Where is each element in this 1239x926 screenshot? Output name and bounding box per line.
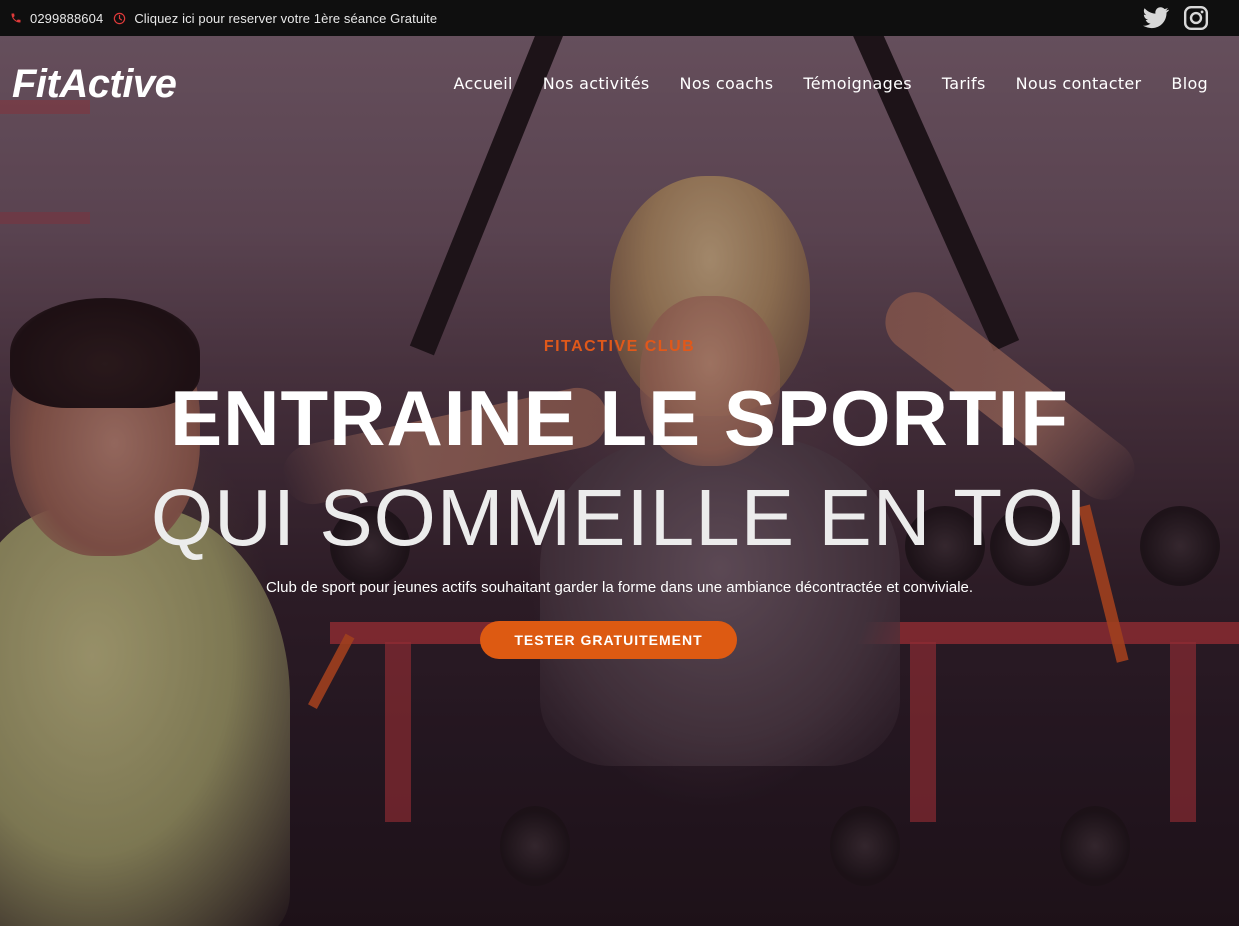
hero-kicker: FITACTIVE CLUB	[543, 338, 696, 355]
phone-number: 0299888604	[30, 10, 104, 26]
hero-content: FITACTIVE CLUB ENTRAINE LE SPORTIF QUI S…	[0, 0, 1239, 926]
nav-item-activites[interactable]: Nos activités	[543, 74, 650, 93]
nav-item-blog[interactable]: Blog	[1171, 74, 1208, 93]
top-bar: 0299888604 Cliquez ici pour reserver vot…	[0, 0, 1239, 36]
nav-item-contact[interactable]: Nous contacter	[1016, 74, 1142, 93]
hero-headline-secondary: QUI SOMMEILLE EN TOI	[150, 473, 1089, 562]
phone-contact[interactable]: 0299888604	[10, 11, 103, 26]
nav-item-coachs[interactable]: Nos coachs	[680, 74, 774, 93]
booking-promo-text: Cliquez ici pour reserver votre 1ère séa…	[134, 10, 438, 26]
clock-icon	[114, 12, 126, 24]
site-logo[interactable]: FitActive	[12, 62, 177, 107]
booking-promo-link[interactable]: Cliquez ici pour reserver votre 1ère séa…	[113, 11, 437, 26]
nav-item-temoignages[interactable]: Témoignages	[803, 74, 911, 93]
nav-item-accueil[interactable]: Accueil	[454, 74, 513, 93]
instagram-icon[interactable]	[1183, 5, 1209, 31]
main-nav: Accueil Nos activités Nos coachs Témoign…	[454, 74, 1208, 93]
free-trial-button[interactable]: TESTER GRATUITEMENT	[480, 621, 737, 659]
phone-icon	[11, 13, 21, 23]
social-links	[1143, 5, 1229, 31]
hero-subtitle: Club de sport pour jeunes actifs souhait…	[265, 579, 974, 596]
hero-headline-primary: ENTRAINE LE SPORTIF	[170, 374, 1069, 462]
twitter-icon[interactable]	[1143, 7, 1169, 29]
nav-item-tarifs[interactable]: Tarifs	[942, 74, 986, 93]
